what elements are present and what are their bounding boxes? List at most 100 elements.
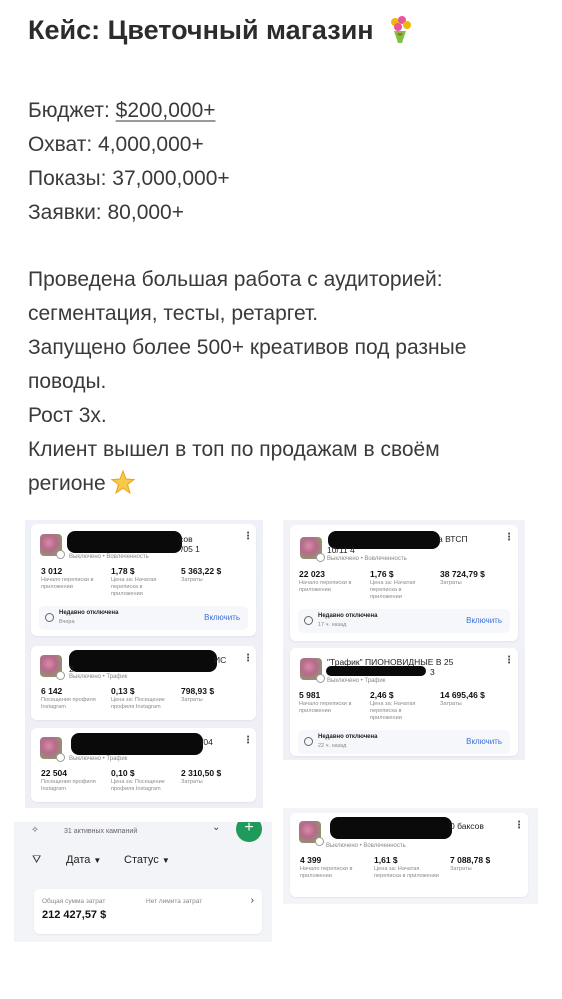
campaign-card[interactable]: "Трафик" ПИОНОВИДНЫЕ В 25 3 Выключено • … [290,648,518,756]
more-menu-icon[interactable]: ⋮ [243,532,253,542]
campaign-card[interactable]: ИС 2 Выключено • Трафик ⋮ 6 142 Посещения… [31,646,256,720]
pause-badge-icon [56,671,65,680]
campaign-card[interactable]: сов /05 1 Выключено • Вовлеченность ⋮ 3 … [31,524,256,636]
budget-value: $200,000+ [115,99,216,122]
metric-spend: 7 088,78 $ Затраты [450,855,491,872]
glowing-star-icon [110,469,136,495]
desc-line: поводы. [28,370,107,393]
add-campaign-button[interactable]: + [236,822,262,842]
enable-button[interactable]: Включить [466,737,502,746]
desc-line: Запущено более 500+ креативов под разные [28,336,467,359]
more-menu-icon[interactable]: ⋮ [504,533,514,543]
campaign-status: Выключено • Трафик [327,678,386,684]
more-menu-icon[interactable]: ⋮ [504,656,514,666]
campaign-avatar [300,537,325,562]
pause-badge-icon [316,674,325,683]
campaign-card[interactable]: а ВТСП 10/11 4 Выключено • Вовлеченность… [290,525,518,641]
campaign-card[interactable]: /04 Выключено • Трафик ⋮ 22 504 Посещения… [31,728,256,802]
campaign-status: Выключено • Трафик [69,756,128,762]
stat-leads: Заявки: 80,000+ [28,201,185,224]
campaign-name: сов [179,534,193,544]
description-block: Проведена большая работа с аудиторией: с… [28,263,548,501]
campaign-name: /04 [201,737,213,747]
campaign-card[interactable]: 0 баксов Выключено • Вовлеченность ⋮ 4 3… [290,813,528,897]
status-filter[interactable]: Статус ▼ [124,854,170,866]
desc-line: Проведена большая работа с аудиторией: [28,268,443,291]
campaign-name-suffix: 3 [430,667,435,677]
date-filter[interactable]: Дата ▼ [66,854,101,866]
metric-cost: 1,76 $ Цена за: Начатая переписка в прило… [370,569,416,600]
campaign-name-suffix: 10/11 4 [327,545,355,555]
more-menu-icon[interactable]: ⋮ [243,654,253,664]
campaign-avatar [40,534,65,559]
filter-icon[interactable]: ⛛ [32,854,41,867]
stat-budget: Бюджет: $200,000+ [28,99,216,122]
desc-line-last: регионе [28,467,548,501]
metric-spend: 798,93 $ Затраты [181,686,215,703]
redacted-name [69,650,217,672]
campaign-status: Выключено • Вовлеченность [327,556,407,562]
page-title: Кейс: Цветочный магазин [28,14,415,46]
campaign-avatar [300,658,325,683]
campaign-avatar [40,655,65,680]
campaign-status: Выключено • Вовлеченность [326,843,406,849]
metric-cost: 1,61 $ Цена за: Начатая переписка в прило… [374,855,439,879]
campaigns-icon: ⟡ [32,824,38,834]
redacted-name [326,666,426,676]
total-spend-card[interactable]: Общая сумма затрат Нет лимита затрат 212… [34,889,262,934]
pause-badge-icon [56,550,65,559]
recently-disabled-box: Недавно отключена 22 ч. назад Включить [298,730,510,754]
metric-results: 3 012 Начало переписки в приложении [41,566,94,590]
enable-button[interactable]: Включить [466,616,502,625]
stats-block: Бюджет: $200,000+ Охват: 4,000,000+ Пока… [28,94,230,230]
total-value: 212 427,57 $ [42,909,107,921]
desc-line: Рост 3х. [28,404,107,427]
active-campaigns-count: 31 активных кампаний [64,828,138,835]
metric-cost: 0,10 $ Цена за: Посещение профиля Instagr… [111,768,165,792]
desc-line: Клиент вышел в топ по продажам в своём [28,438,440,461]
limit-label: Нет лимита затрат [146,898,203,905]
campaign-name: 0 баксов [450,821,484,831]
metric-results: 22 023 Начало переписки в приложении [299,569,352,593]
pause-badge-icon [315,837,324,846]
campaigns-screenshot-left: сов /05 1 Выключено • Вовлеченность ⋮ 3 … [25,520,263,808]
clock-icon [304,616,313,625]
metric-cost: 1,78 $ Цена за: Начатая переписка в прило… [111,566,157,597]
stat-reach: Охват: 4,000,000+ [28,133,204,156]
metric-spend: 14 695,46 $ Затраты [440,690,485,707]
enable-button[interactable]: Включить [204,613,240,622]
metric-cost: 0,13 $ Цена за: Посещение профиля Instagr… [111,686,165,710]
leads-value: 80,000+ [107,201,185,224]
total-label: Общая сумма затрат [42,898,106,905]
campaign-avatar [40,737,65,762]
metric-results: 6 142 Посещения профиля Instagram [41,686,96,710]
metric-cost: 2,46 $ Цена за: Начатая переписка в прило… [370,690,416,721]
campaign-screenshot-bottom: 0 баксов Выключено • Вовлеченность ⋮ 4 3… [283,808,538,904]
clock-icon [45,613,54,622]
chevron-down-icon: ▼ [93,856,102,865]
metric-spend: 38 724,79 $ Затраты [440,569,485,586]
campaign-name: ИС [214,655,227,665]
title-text: Кейс: Цветочный магазин [28,15,374,45]
redacted-name [330,817,452,839]
notification-icon[interactable]: ⌄ [212,822,220,833]
metric-spend: 2 310,50 $ Затраты [181,768,222,785]
more-menu-icon[interactable]: ⋮ [243,736,253,746]
recently-disabled-box: Недавно отключена 17 ч. назад Включить [298,609,510,633]
metric-spend: 5 363,22 $ Затраты [181,566,222,583]
bouquet-icon [391,16,412,43]
reach-value: 4,000,000+ [98,133,204,156]
impressions-value: 37,000,000+ [112,167,230,190]
campaigns-screenshot-right: а ВТСП 10/11 4 Выключено • Вовлеченность… [283,520,525,760]
metric-results: 4 399 Начало переписки в приложении [300,855,353,879]
redacted-name [71,733,203,755]
pause-badge-icon [56,753,65,762]
recently-disabled-box: Недавно отключена Вчера Включить [39,606,248,630]
summary-screenshot: ⟡ 31 активных кампаний ⌄ + ⛛ Дата ▼ Стат… [14,822,272,942]
campaign-avatar [299,821,324,846]
clock-icon [304,737,313,746]
campaign-name-suffix: /05 1 [181,544,200,554]
metric-results: 22 504 Посещения профиля Instagram [41,768,96,792]
stat-impressions: Показы: 37,000,000+ [28,167,230,190]
more-menu-icon[interactable]: ⋮ [514,821,524,831]
